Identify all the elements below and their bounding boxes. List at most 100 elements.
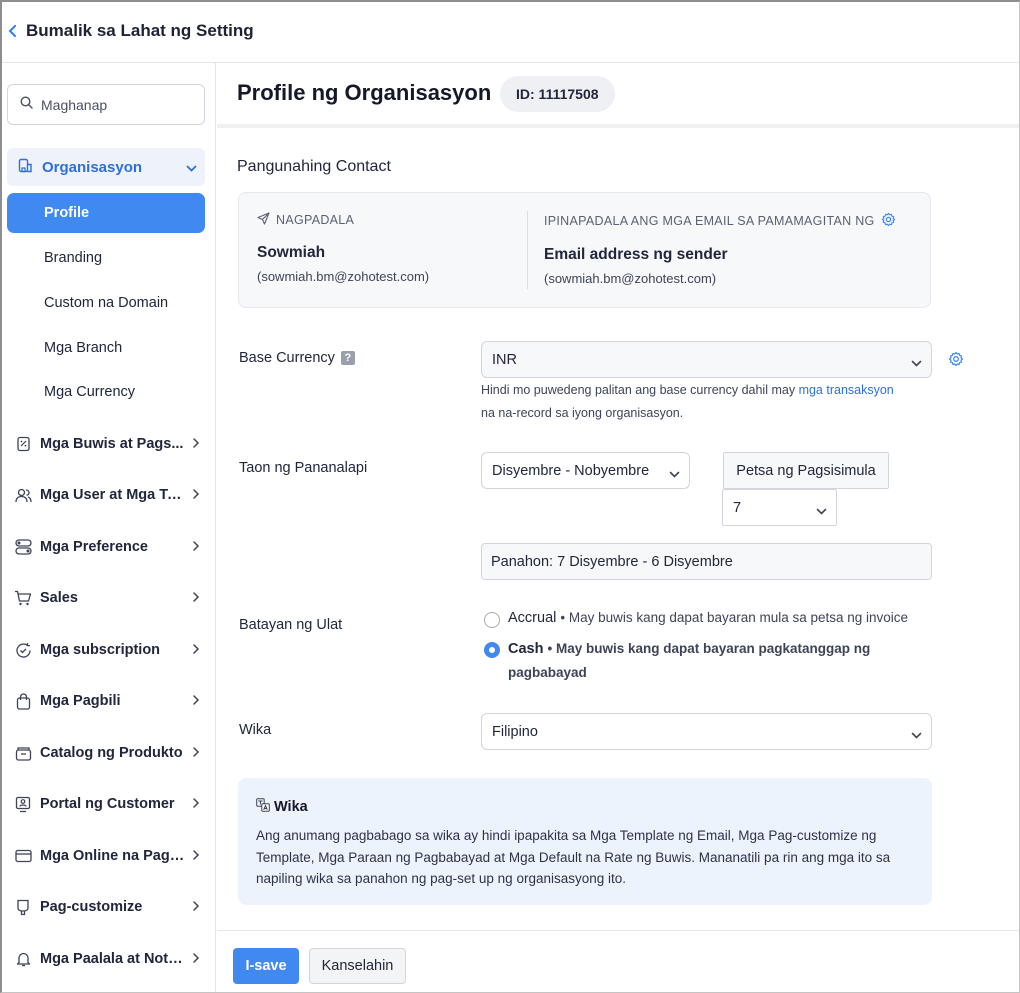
sidebar-item-label: Custom na Domain [44, 295, 169, 311]
base-currency-label: Base Currency ? [239, 350, 355, 366]
chevron-right-icon [192, 540, 200, 556]
sidebar-item-branding[interactable]: Branding [7, 238, 205, 278]
info-box-body: Ang anumang pagbabago sa wika ay hindi i… [256, 825, 914, 890]
sidebar-item-currencies[interactable]: Mga Currency [7, 372, 205, 412]
sidebar-item-users-roles[interactable]: Mga User at Mga Tu... [14, 483, 200, 507]
base-currency-select[interactable]: INR [481, 341, 932, 378]
gear-icon[interactable] [881, 212, 896, 230]
form-footer: I-save Kanselahin [217, 930, 1019, 992]
sidebar-item-product-catalog[interactable]: Catalog ng Produkto [14, 741, 200, 765]
sidebar-item-purchases[interactable]: Mga Pagbili [14, 689, 200, 713]
sidebar-group-organisasyon[interactable]: Organisasyon [7, 148, 205, 186]
cash-radio[interactable] [484, 642, 500, 658]
chevron-down-icon [186, 160, 197, 177]
sidebar-item-label: Pag-customize [40, 899, 143, 915]
sidebar-item-customization[interactable]: Pag-customize [14, 895, 200, 919]
back-label: Bumalik sa Lahat ng Setting [26, 21, 254, 40]
sidebar-item-preferences[interactable]: Mga Preference [14, 535, 200, 559]
language-label: Wika [239, 722, 272, 738]
email-via-heading: IPINAPADALA ANG MGA EMAIL SA PAMAMAGITAN… [544, 214, 875, 228]
search-box[interactable] [7, 84, 205, 125]
report-basis-accrual-option[interactable]: Accrual • May buwis kang dapat bayaran m… [484, 610, 908, 628]
chevron-right-icon [192, 746, 200, 762]
primary-contact-card: NAGPADALA Sowmiah (sowmiah.bm@zohotest.c… [238, 192, 931, 308]
fiscal-year-select[interactable]: Disyembre - Nobyembre [481, 452, 690, 489]
info-box-title: Wika [274, 799, 308, 815]
main-content: Profile ng Organisasyon ID: 11117508 Pan… [217, 63, 1019, 992]
cash-description: • May buwis kang dapat bayaran pagkatang… [547, 641, 871, 656]
bell-icon [14, 950, 32, 968]
chevron-right-icon [192, 900, 200, 916]
sidebar-item-sales[interactable]: Sales [14, 586, 200, 610]
language-info-box: Wika Ang anumang pagbabago sa wika ay hi… [238, 778, 932, 905]
sidebar-item-subscriptions[interactable]: Mga subscription [14, 638, 200, 662]
sidebar-item-label: Mga subscription [40, 642, 161, 658]
chevron-down-icon [816, 504, 827, 520]
sidebar-item-taxes[interactable]: Mga Buwis at Pags... [14, 432, 200, 456]
sidebar-item-branches[interactable]: Mga Branch [7, 328, 205, 368]
sidebar-item-customer-portal[interactable]: Portal ng Customer [14, 792, 200, 816]
cart-icon [14, 589, 32, 607]
chevron-right-icon [192, 849, 200, 865]
save-button[interactable]: I-save [233, 948, 299, 984]
sidebar-item-label: Mga Preference [40, 539, 148, 555]
sidebar-item-reminders[interactable]: Mga Paalala at Notif... [14, 947, 200, 971]
search-input[interactable] [41, 96, 191, 113]
subscription-icon [14, 641, 32, 659]
start-day-select[interactable]: 7 [722, 489, 837, 526]
hint-text-2: na na-record sa iyong organisasyon. [481, 406, 684, 420]
transactions-link[interactable]: mga transaksyon [799, 383, 894, 397]
organisation-id-badge: ID: 11117508 [500, 76, 615, 112]
sidebar-item-label: Mga Online na Pagb... [40, 848, 185, 864]
chevron-right-icon [192, 437, 200, 453]
catalog-icon [14, 744, 32, 762]
chevron-right-icon [192, 952, 200, 968]
sender-name: Sowmiah [257, 244, 326, 261]
sidebar-item-label: Mga Paalala at Notif... [40, 951, 185, 967]
sidebar-item-label: Branding [44, 250, 103, 266]
language-select[interactable]: Filipino [481, 713, 932, 750]
sender-email: (sowmiah.bm@zohotest.com) [257, 269, 430, 284]
base-currency-value: INR [492, 351, 517, 368]
accrual-description: • May buwis kang dapat bayaran mula sa p… [560, 610, 909, 625]
building-icon [17, 157, 34, 178]
accrual-radio[interactable] [484, 612, 500, 628]
sidebar-item-label: Mga User at Mga Tu... [40, 487, 185, 503]
sidebar-item-label: Sales [40, 590, 78, 606]
report-basis-cash-option[interactable]: Cash • May buwis kang dapat bayaran pagk… [484, 640, 870, 685]
help-icon[interactable]: ? [340, 351, 355, 365]
translate-icon [256, 798, 270, 816]
back-to-settings-link[interactable]: Bumalik sa Lahat ng Setting [8, 21, 254, 41]
sender-column: NAGPADALA Sowmiah (sowmiah.bm@zohotest.c… [257, 212, 429, 284]
fiscal-year-label: Taon ng Pananalapi [239, 460, 368, 476]
language-value: Filipino [492, 723, 538, 740]
chevron-left-icon [8, 25, 20, 37]
settings-sidebar: Organisasyon Profile Branding Custom na … [2, 63, 216, 992]
sidebar-item-custom-domain[interactable]: Custom na Domain [7, 283, 205, 323]
sidebar-item-label: Profile [44, 205, 90, 221]
chevron-right-icon [192, 797, 200, 813]
cancel-button[interactable]: Kanselahin [309, 948, 406, 984]
start-date-label: Petsa ng Pagsisimula [723, 452, 889, 489]
chevron-right-icon [192, 643, 200, 659]
portal-icon [14, 795, 32, 813]
email-via-column: IPINAPADALA ANG MGA EMAIL SA PAMAMAGITAN… [544, 212, 896, 286]
sidebar-item-profile[interactable]: Profile [7, 193, 205, 233]
chevron-right-icon [192, 591, 200, 607]
info-line: napiling wika sa panahon ng pag-set up n… [256, 871, 627, 886]
title-divider [217, 124, 1019, 128]
page-title: Profile ng Organisasyon [237, 80, 492, 105]
chevron-down-icon [911, 728, 922, 744]
currency-settings-gear-icon[interactable] [948, 351, 964, 372]
accrual-label: Accrual [508, 610, 557, 626]
info-line: Ang anumang pagbabago sa wika ay hindi i… [256, 828, 877, 843]
info-line: Template, Mga Paraan ng Pagbabayad at Mg… [256, 849, 891, 865]
cash-description-2: pagbabayad [508, 665, 587, 680]
sidebar-item-online-payments[interactable]: Mga Online na Pagb... [14, 844, 200, 868]
hint-text: Hindi mo puwedeng palitan ang base curre… [481, 383, 799, 397]
settings-window: Bumalik sa Lahat ng Setting Organisasyon… [0, 0, 1020, 993]
sidebar-item-label: Catalog ng Produkto [40, 745, 183, 761]
contact-divider [527, 211, 528, 289]
tax-document-icon [14, 435, 32, 453]
sidebar-item-label: Mga Currency [44, 384, 136, 400]
